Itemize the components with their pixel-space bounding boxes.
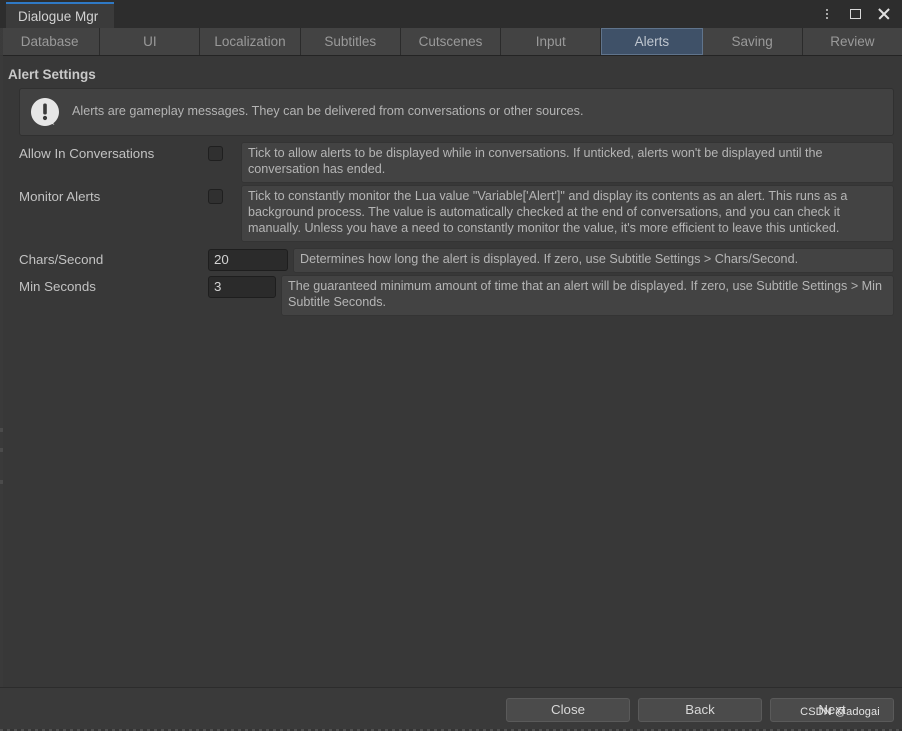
info-speech-bubble-icon bbox=[30, 98, 59, 126]
info-helpbox-text: Alerts are gameplay messages. They can b… bbox=[72, 104, 584, 119]
alert-settings-panel: Alert Settings Alerts are gameplay messa… bbox=[0, 67, 902, 316]
field-label: Chars/Second bbox=[19, 251, 104, 267]
title-bar: Dialogue Mgr bbox=[0, 0, 902, 28]
row-monitor-alerts: Monitor Alerts Tick to constantly monito… bbox=[0, 184, 902, 242]
row-chars-per-second: Chars/Second 20 Determines how long the … bbox=[0, 247, 902, 273]
tab-localization[interactable]: Localization bbox=[200, 28, 301, 55]
field-tip: Tick to allow alerts to be displayed whi… bbox=[241, 142, 894, 183]
allow-in-conversations-checkbox[interactable] bbox=[208, 146, 223, 161]
field-label: Min Seconds bbox=[19, 278, 96, 294]
info-helpbox: Alerts are gameplay messages. They can b… bbox=[19, 88, 894, 136]
field-label: Monitor Alerts bbox=[19, 188, 101, 204]
close-button[interactable]: Close bbox=[506, 697, 630, 722]
chars-per-second-input[interactable]: 20 bbox=[208, 248, 288, 271]
row-allow-in-conversations: Allow In Conversations Tick to allow ale… bbox=[0, 142, 902, 183]
close-icon[interactable] bbox=[870, 2, 896, 26]
tab-alerts[interactable]: Alerts bbox=[601, 28, 703, 55]
min-seconds-input[interactable]: 3 bbox=[208, 275, 276, 298]
close-button-label: Close bbox=[551, 702, 585, 717]
window-controls bbox=[814, 0, 896, 28]
row-min-seconds: Min Seconds 3 The guaranteed minimum amo… bbox=[0, 274, 902, 316]
settings-tabstrip: Database UI Localization Subtitles Cutsc… bbox=[0, 28, 902, 56]
settings-rows: Allow In Conversations Tick to allow ale… bbox=[0, 142, 902, 316]
field-tip: Tick to constantly monitor the Lua value… bbox=[241, 184, 894, 242]
footer-bar: Close Back Next CSDN @adogai bbox=[0, 687, 902, 731]
tab-label: Database bbox=[20, 34, 79, 49]
tab-label: Subtitles bbox=[324, 34, 377, 49]
tab-ui[interactable]: UI bbox=[100, 28, 201, 55]
kebab-menu-icon[interactable] bbox=[814, 2, 840, 26]
tab-label: Review bbox=[830, 34, 875, 49]
tab-cutscenes[interactable]: Cutscenes bbox=[400, 28, 502, 55]
maximize-icon[interactable] bbox=[842, 2, 868, 26]
tab-label: Input bbox=[535, 34, 566, 49]
field-tip: The guaranteed minimum amount of time th… bbox=[281, 274, 894, 316]
tab-label: Alerts bbox=[634, 34, 670, 49]
tab-label: Saving bbox=[731, 34, 773, 49]
monitor-alerts-checkbox[interactable] bbox=[208, 188, 223, 204]
tab-label: Cutscenes bbox=[418, 34, 483, 49]
window-tab-label: Dialogue Mgr bbox=[18, 8, 99, 24]
tab-input[interactable]: Input bbox=[501, 28, 602, 55]
page-title: Alert Settings bbox=[8, 67, 96, 82]
tab-review[interactable]: Review bbox=[802, 28, 902, 55]
next-button-label: Next bbox=[818, 702, 846, 717]
next-button[interactable]: Next CSDN @adogai bbox=[770, 697, 894, 722]
tab-label: UI bbox=[143, 34, 157, 49]
tab-saving[interactable]: Saving bbox=[702, 28, 803, 55]
window-tab-dialogue-mgr[interactable]: Dialogue Mgr bbox=[6, 2, 114, 28]
dialogue-manager-window: Dialogue Mgr Database UI Localization Su… bbox=[0, 0, 902, 731]
back-button[interactable]: Back bbox=[638, 697, 762, 722]
tab-subtitles[interactable]: Subtitles bbox=[300, 28, 401, 55]
tab-database[interactable]: Database bbox=[0, 28, 101, 55]
field-tip: Determines how long the alert is display… bbox=[293, 247, 894, 273]
back-button-label: Back bbox=[685, 702, 715, 717]
field-label: Allow In Conversations bbox=[19, 146, 155, 161]
tab-label: Localization bbox=[214, 34, 286, 49]
